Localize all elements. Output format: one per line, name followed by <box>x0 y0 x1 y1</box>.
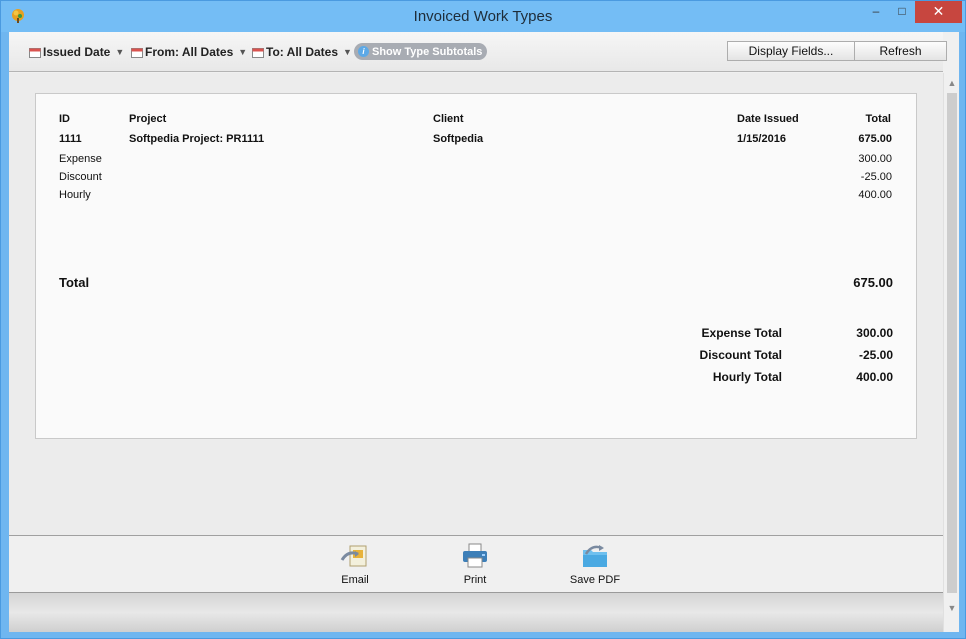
invoice-id: 1111 <box>59 133 82 145</box>
email-label: Email <box>341 574 369 586</box>
toolbar: Issued Date ▼ From: All Dates ▼ To: All … <box>9 32 947 72</box>
report-viewport[interactable]: ID Project Client Date Issued Total 1111… <box>9 73 943 535</box>
chevron-down-icon: ▼ <box>115 47 125 57</box>
line-type: Hourly <box>59 189 91 201</box>
client-area: Issued Date ▼ From: All Dates ▼ To: All … <box>9 32 959 632</box>
chevron-down-icon: ▼ <box>343 47 352 57</box>
type-total-value: 300.00 <box>856 326 893 340</box>
folder-icon <box>583 545 607 567</box>
to-date-filter-label: To: All Dates <box>266 45 339 59</box>
type-total-value: -25.00 <box>858 348 893 362</box>
email-button[interactable]: Email <box>325 542 385 586</box>
save-pdf-button[interactable]: Save PDF <box>565 542 625 586</box>
invoice-total: 675.00 <box>858 133 892 145</box>
app-window: Invoiced Work Types – □ ✕ Issued Date ▼ … <box>0 0 966 639</box>
header-client: Client <box>433 113 464 125</box>
header-project: Project <box>129 113 167 125</box>
calendar-icon <box>252 47 264 58</box>
from-date-filter[interactable]: From: All Dates ▼ <box>131 44 247 60</box>
line-amount: 300.00 <box>858 153 892 165</box>
show-type-subtotals-label: Show Type Subtotals <box>372 45 483 58</box>
type-total-label: Hourly Total <box>712 370 782 384</box>
line-amount: -25.00 <box>860 171 892 183</box>
from-date-filter-label: From: All Dates <box>145 45 234 59</box>
minimize-button[interactable]: – <box>863 1 889 23</box>
header-total: Total <box>865 113 891 125</box>
show-type-subtotals-toggle[interactable]: i Show Type Subtotals <box>354 43 487 60</box>
grand-total-value: 675.00 <box>853 275 893 290</box>
scroll-up-icon[interactable]: ▲ <box>944 75 960 91</box>
to-date-filter[interactable]: To: All Dates ▼ <box>252 44 352 60</box>
display-fields-button[interactable]: Display Fields... <box>727 41 855 61</box>
close-button[interactable]: ✕ <box>915 1 962 23</box>
issued-date-filter-label: Issued Date <box>43 45 111 59</box>
type-total-label: Expense Total <box>701 326 782 340</box>
status-bar <box>9 592 943 632</box>
info-icon: i <box>358 46 369 57</box>
grand-total-label: Total <box>59 275 90 290</box>
invoice-date-issued: 1/15/2016 <box>737 133 786 145</box>
chevron-down-icon: ▼ <box>238 47 248 57</box>
line-amount: 400.00 <box>858 189 892 201</box>
print-label: Print <box>463 574 487 586</box>
type-total-value: 400.00 <box>856 370 893 384</box>
calendar-icon <box>29 47 41 58</box>
line-type: Expense <box>59 153 102 165</box>
header-date-issued: Date Issued <box>737 113 799 125</box>
scrollbar-thumb[interactable] <box>947 93 957 593</box>
issued-date-filter[interactable]: Issued Date ▼ <box>29 44 124 60</box>
title-bar[interactable]: Invoiced Work Types – □ ✕ <box>1 1 965 32</box>
invoice-project: Softpedia Project: PR1111 <box>129 133 265 145</box>
email-icon <box>340 545 367 567</box>
action-bar: Email Print Save PDF <box>9 535 943 592</box>
refresh-button[interactable]: Refresh <box>854 41 947 61</box>
print-button[interactable]: Print <box>445 542 505 586</box>
maximize-button[interactable]: □ <box>889 1 915 23</box>
vertical-scrollbar[interactable]: ▲ ▼ <box>943 73 959 632</box>
invoice-client: Softpedia <box>433 133 484 145</box>
report-page: ID Project Client Date Issued Total 1111… <box>35 93 917 439</box>
line-type: Discount <box>59 171 102 183</box>
calendar-icon <box>131 47 143 58</box>
type-total-label: Discount Total <box>699 348 782 362</box>
header-id: ID <box>59 113 70 125</box>
printer-icon <box>463 543 487 568</box>
save-pdf-label: Save PDF <box>569 574 621 586</box>
scroll-down-icon[interactable]: ▼ <box>944 600 960 616</box>
window-title: Invoiced Work Types <box>413 8 553 25</box>
